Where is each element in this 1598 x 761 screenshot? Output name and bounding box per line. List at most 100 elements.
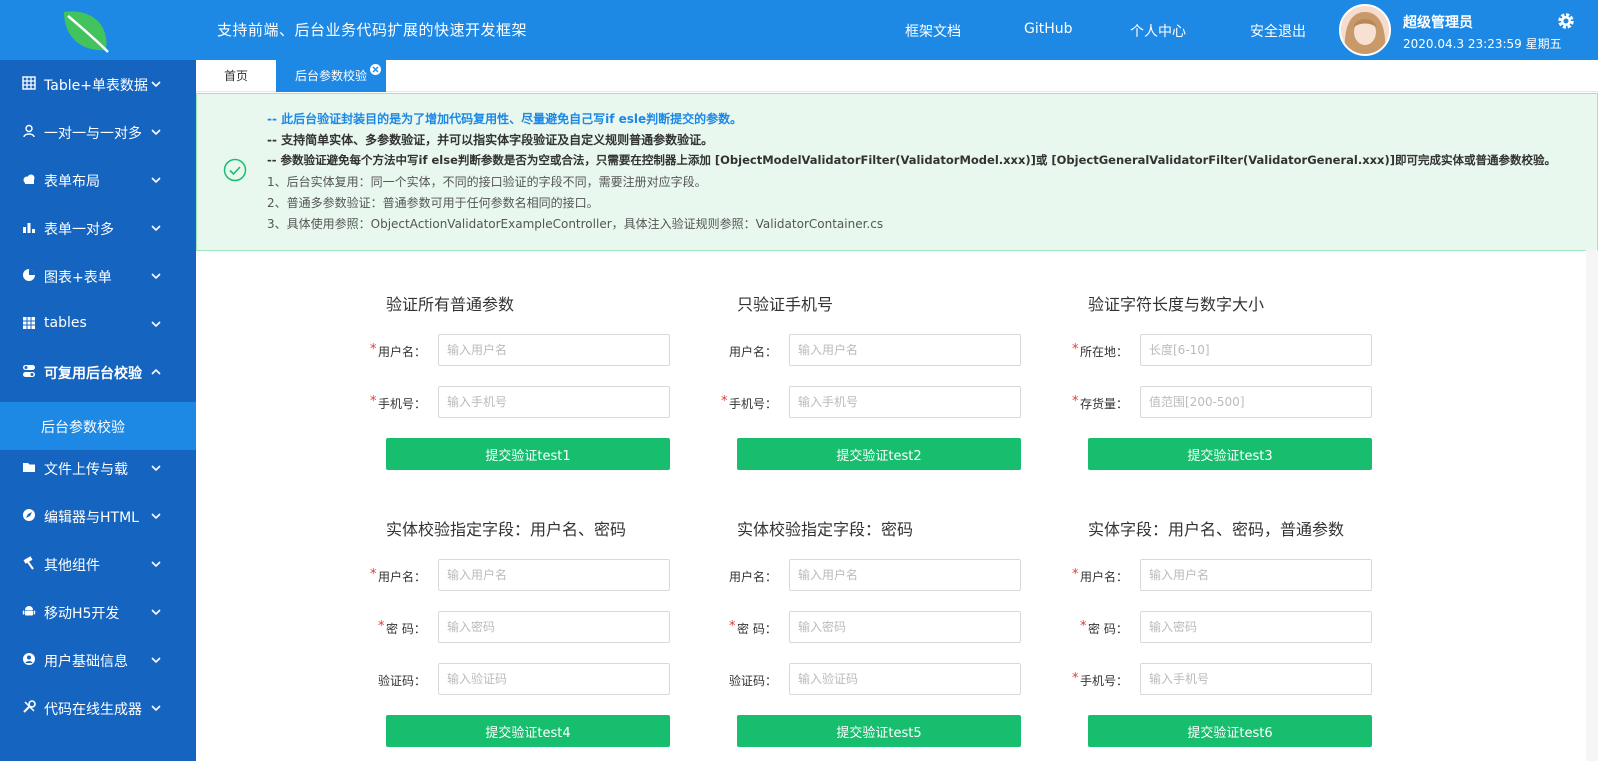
- field-label: 手机号：: [729, 397, 778, 411]
- sidebar-item-label: 编辑器与HTML: [44, 510, 139, 526]
- pie-chart-icon: [23, 269, 35, 281]
- sidebar-item-form-one-to-many[interactable]: 表单一对多: [0, 204, 196, 252]
- user-circle-icon: [23, 653, 35, 665]
- nav-github-link[interactable]: GitHub: [1024, 21, 1073, 37]
- sidebar-item-one-to-many[interactable]: 一对一与一对多: [0, 108, 196, 156]
- chevron-down-icon: [151, 609, 161, 616]
- gear-icon[interactable]: [1556, 11, 1576, 31]
- required-mark: *: [1072, 342, 1079, 357]
- password-input[interactable]: [1140, 611, 1372, 643]
- required-mark: *: [370, 342, 377, 357]
- sidebar-item-label: 文件上传与载: [44, 462, 128, 478]
- field-label: 密 码：: [737, 622, 777, 636]
- check-circle-icon: [223, 158, 247, 182]
- username-input[interactable]: [789, 334, 1021, 366]
- notice-line: 1、后台实体复用：同一个实体，不同的接口验证的字段不同，需要注册对应字段。: [267, 175, 707, 189]
- submit-test5-button[interactable]: 提交验证test5: [737, 715, 1021, 747]
- stock-input[interactable]: [1140, 386, 1372, 418]
- username-input[interactable]: [438, 559, 670, 591]
- leaf-logo-icon[interactable]: [58, 6, 114, 54]
- form-test6: 实体字段：用户名、密码，普通参数 * 用户名： * 密 码： * 手机号： 提交…: [1072, 516, 1388, 756]
- sidebar-item-file-upload[interactable]: 文件上传与载: [0, 444, 196, 492]
- top-header: 支持前端、后台业务代码扩展的快速开发框架 框架文档 GitHub 个人中心 安全…: [0, 0, 1598, 60]
- chevron-down-icon: [151, 225, 161, 232]
- sidebar-item-code-generator[interactable]: 代码在线生成器: [0, 684, 196, 732]
- sidebar-item-label: 其他组件: [44, 558, 100, 574]
- compass-icon: [23, 509, 35, 521]
- notice-line: 2、普通多参数验证：普通参数可用于任何参数名相同的接口。: [267, 196, 599, 210]
- phone-input[interactable]: [438, 386, 670, 418]
- form-title: 验证字符长度与数字大小: [1088, 295, 1265, 314]
- sidebar-item-other-components[interactable]: 其他组件: [0, 540, 196, 588]
- user-name[interactable]: 超级管理员: [1403, 12, 1473, 32]
- field-label: 用户名：: [378, 345, 427, 359]
- chevron-down-icon: [151, 321, 161, 328]
- sidebar-item-label: 移动H5开发: [44, 606, 120, 622]
- close-icon[interactable]: [370, 64, 381, 75]
- info-notice: -- 此后台验证封装目的是为了增加代码复用性、尽量避免自己写if esle判断提…: [196, 93, 1598, 251]
- chevron-down-icon: [151, 513, 161, 520]
- notice-line: -- 参数验证避免每个方法中写if else判断参数是否为空或合法，只需要在控制…: [267, 153, 1556, 167]
- bar-chart-icon: [23, 223, 35, 233]
- chevron-down-icon: [151, 465, 161, 472]
- form-test5: 实体校验指定字段：密码 用户名： * 密 码： 验证码： 提交验证test5: [729, 516, 1037, 756]
- password-input[interactable]: [789, 611, 1021, 643]
- field-label: 用户名：: [729, 570, 778, 584]
- submit-test1-button[interactable]: 提交验证test1: [386, 438, 670, 470]
- required-mark: *: [729, 619, 736, 634]
- required-mark: *: [721, 394, 728, 409]
- form-row-username: 用户名：: [721, 334, 1021, 366]
- form-row-username: * 用户名：: [370, 334, 670, 366]
- phone-input[interactable]: [1140, 663, 1372, 695]
- tab-label: 后台参数校验: [294, 69, 367, 83]
- form-test2: 只验证手机号 用户名： * 手机号： 提交验证test2: [721, 291, 1037, 491]
- sidebar-item-tables[interactable]: tables: [0, 300, 196, 348]
- form-title: 实体校验指定字段：用户名、密码: [386, 520, 627, 539]
- hammer-icon: [23, 556, 34, 570]
- sidebar-item-user-info[interactable]: 用户基础信息: [0, 636, 196, 684]
- username-input[interactable]: [1140, 559, 1372, 591]
- username-input[interactable]: [789, 559, 1021, 591]
- nav-logout-link[interactable]: 安全退出: [1250, 21, 1306, 41]
- sidebar-item-editor-html[interactable]: 编辑器与HTML: [0, 492, 196, 540]
- form-row-phone: * 手机号：: [1072, 663, 1372, 695]
- required-mark: *: [370, 394, 377, 409]
- form-row-location: * 所在地：: [1072, 334, 1372, 366]
- grid-icon: [23, 317, 35, 329]
- sidebar-item-chart-form[interactable]: 图表+表单: [0, 252, 196, 300]
- field-label: 验证码：: [378, 674, 427, 688]
- page-scrollbar[interactable]: [1586, 250, 1598, 761]
- avatar[interactable]: [1339, 4, 1391, 56]
- chevron-down-icon: [151, 81, 161, 88]
- submit-test6-button[interactable]: 提交验证test6: [1088, 715, 1372, 747]
- sidebar-item-mobile-h5[interactable]: 移动H5开发: [0, 588, 196, 636]
- sidebar-item-form-layout[interactable]: 表单布局: [0, 156, 196, 204]
- form-row-username: * 用户名：: [1072, 559, 1372, 591]
- submit-test3-button[interactable]: 提交验证test3: [1088, 438, 1372, 470]
- nav-profile-link[interactable]: 个人中心: [1130, 21, 1186, 41]
- sidebar-item-label: tables: [44, 315, 87, 331]
- chevron-down-icon: [151, 561, 161, 568]
- chevron-down-icon: [151, 129, 161, 136]
- phone-input[interactable]: [789, 386, 1021, 418]
- username-input[interactable]: [438, 334, 670, 366]
- notice-line: 3、具体使用参照：ObjectActionValidatorExampleCon…: [267, 217, 884, 231]
- submit-test4-button[interactable]: 提交验证test4: [386, 715, 670, 747]
- current-datetime: 2020.04.3 23:23:59 星期五: [1403, 37, 1562, 51]
- required-mark: *: [1080, 619, 1087, 634]
- location-input[interactable]: [1140, 334, 1372, 366]
- captcha-input[interactable]: [789, 663, 1021, 695]
- tab-home[interactable]: 首页: [196, 60, 276, 92]
- sidebar-subitem-backend-param-validation[interactable]: 后台参数校验: [0, 402, 196, 450]
- field-label: 验证码：: [729, 674, 778, 688]
- tab-bar: 首页 后台参数校验: [196, 60, 1598, 92]
- password-input[interactable]: [438, 611, 670, 643]
- sidebar-item-table-single[interactable]: Table+单表数据: [0, 60, 196, 108]
- captcha-input[interactable]: [438, 663, 670, 695]
- submit-test2-button[interactable]: 提交验证test2: [737, 438, 1021, 470]
- sidebar-item-reusable-validation[interactable]: 可复用后台校验: [0, 348, 196, 396]
- nav-docs-link[interactable]: 框架文档: [905, 21, 961, 41]
- tab-backend-param-validation[interactable]: 后台参数校验: [276, 60, 386, 92]
- form-title: 验证所有普通参数: [386, 295, 515, 314]
- field-label: 用户名：: [729, 345, 778, 359]
